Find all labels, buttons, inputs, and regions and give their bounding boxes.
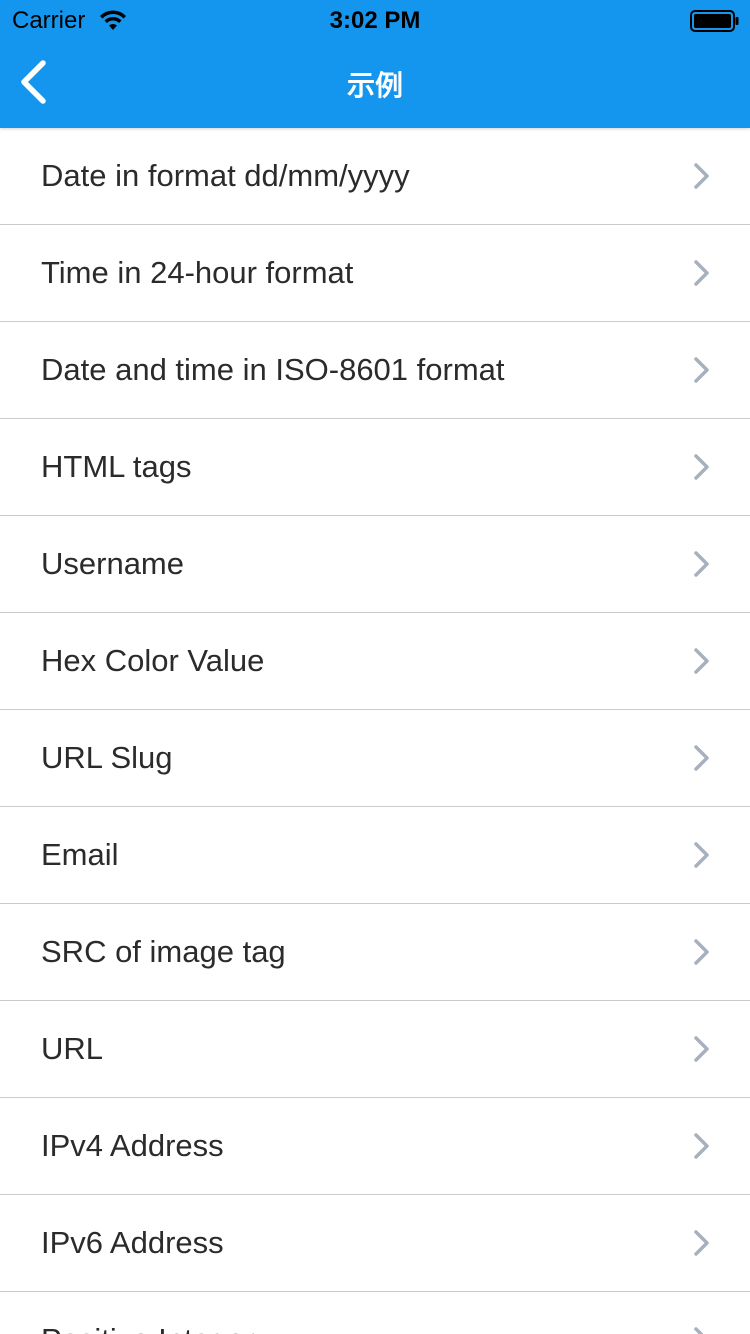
- list-item[interactable]: Date in format dd/mm/yyyy: [0, 128, 750, 225]
- list-item[interactable]: URL Slug: [0, 710, 750, 807]
- list-item-label: SRC of image tag: [41, 934, 286, 969]
- chevron-right-icon: [694, 648, 709, 674]
- status-time: 3:02 PM: [329, 7, 421, 34]
- chevron-right-icon: [694, 1036, 709, 1062]
- list-item-label: Hex Color Value: [41, 643, 265, 678]
- chevron-right-icon: [694, 842, 709, 868]
- chevron-right-icon: [694, 1133, 709, 1159]
- list-item-label: URL Slug: [41, 740, 173, 775]
- list-item[interactable]: SRC of image tag: [0, 904, 750, 1001]
- chevron-right-icon: [694, 163, 709, 189]
- list-item[interactable]: Positive Integer: [0, 1292, 750, 1334]
- list-item-label: Positive Integer: [41, 1322, 255, 1334]
- chevron-right-icon: [694, 745, 709, 771]
- chevron-left-icon: [21, 60, 46, 104]
- list-item-label: URL: [41, 1031, 104, 1066]
- list-item-label: IPv6 Address: [41, 1225, 224, 1260]
- list-item-label: IPv4 Address: [41, 1128, 224, 1163]
- list-item-label: Time in 24-hour format: [41, 255, 354, 290]
- list-item[interactable]: Username: [0, 516, 750, 613]
- list-item[interactable]: IPv6 Address: [0, 1195, 750, 1292]
- screen: Carrier 3:02 PM 示例 Date in format dd/mm/…: [0, 0, 750, 1334]
- list-item[interactable]: Time in 24-hour format: [0, 225, 750, 322]
- battery-icon: [690, 10, 739, 32]
- list-item[interactable]: URL: [0, 1001, 750, 1098]
- example-list: Date in format dd/mm/yyyy Time in 24-hour…: [0, 128, 750, 1334]
- top-bar: Carrier 3:02 PM 示例: [0, 0, 750, 128]
- list-item[interactable]: Hex Color Value: [0, 613, 750, 710]
- chevron-right-icon: [694, 551, 709, 577]
- status-bar: Carrier 3:02 PM: [0, 0, 750, 40]
- list-item-label: Email: [41, 837, 119, 872]
- back-button[interactable]: [0, 40, 90, 128]
- chevron-right-icon: [694, 1327, 704, 1334]
- chevron-right-icon: [694, 260, 709, 286]
- list-item-label: Date in format dd/mm/yyyy: [41, 158, 410, 193]
- navigation-bar: 示例: [0, 40, 750, 128]
- list-item-label: Date and time in ISO-8601 format: [41, 352, 505, 387]
- chevron-right-icon: [694, 939, 709, 965]
- list-item[interactable]: Email: [0, 807, 750, 904]
- list-item-label: HTML tags: [41, 449, 192, 484]
- chevron-right-icon: [694, 454, 709, 480]
- list-item[interactable]: Date and time in ISO-8601 format: [0, 322, 750, 419]
- chevron-right-icon: [694, 1230, 709, 1256]
- list-item[interactable]: HTML tags: [0, 419, 750, 516]
- list-item[interactable]: IPv4 Address: [0, 1098, 750, 1195]
- page-title: 示例: [346, 69, 403, 102]
- list-item-label: Username: [41, 546, 184, 581]
- chevron-right-icon: [694, 357, 709, 383]
